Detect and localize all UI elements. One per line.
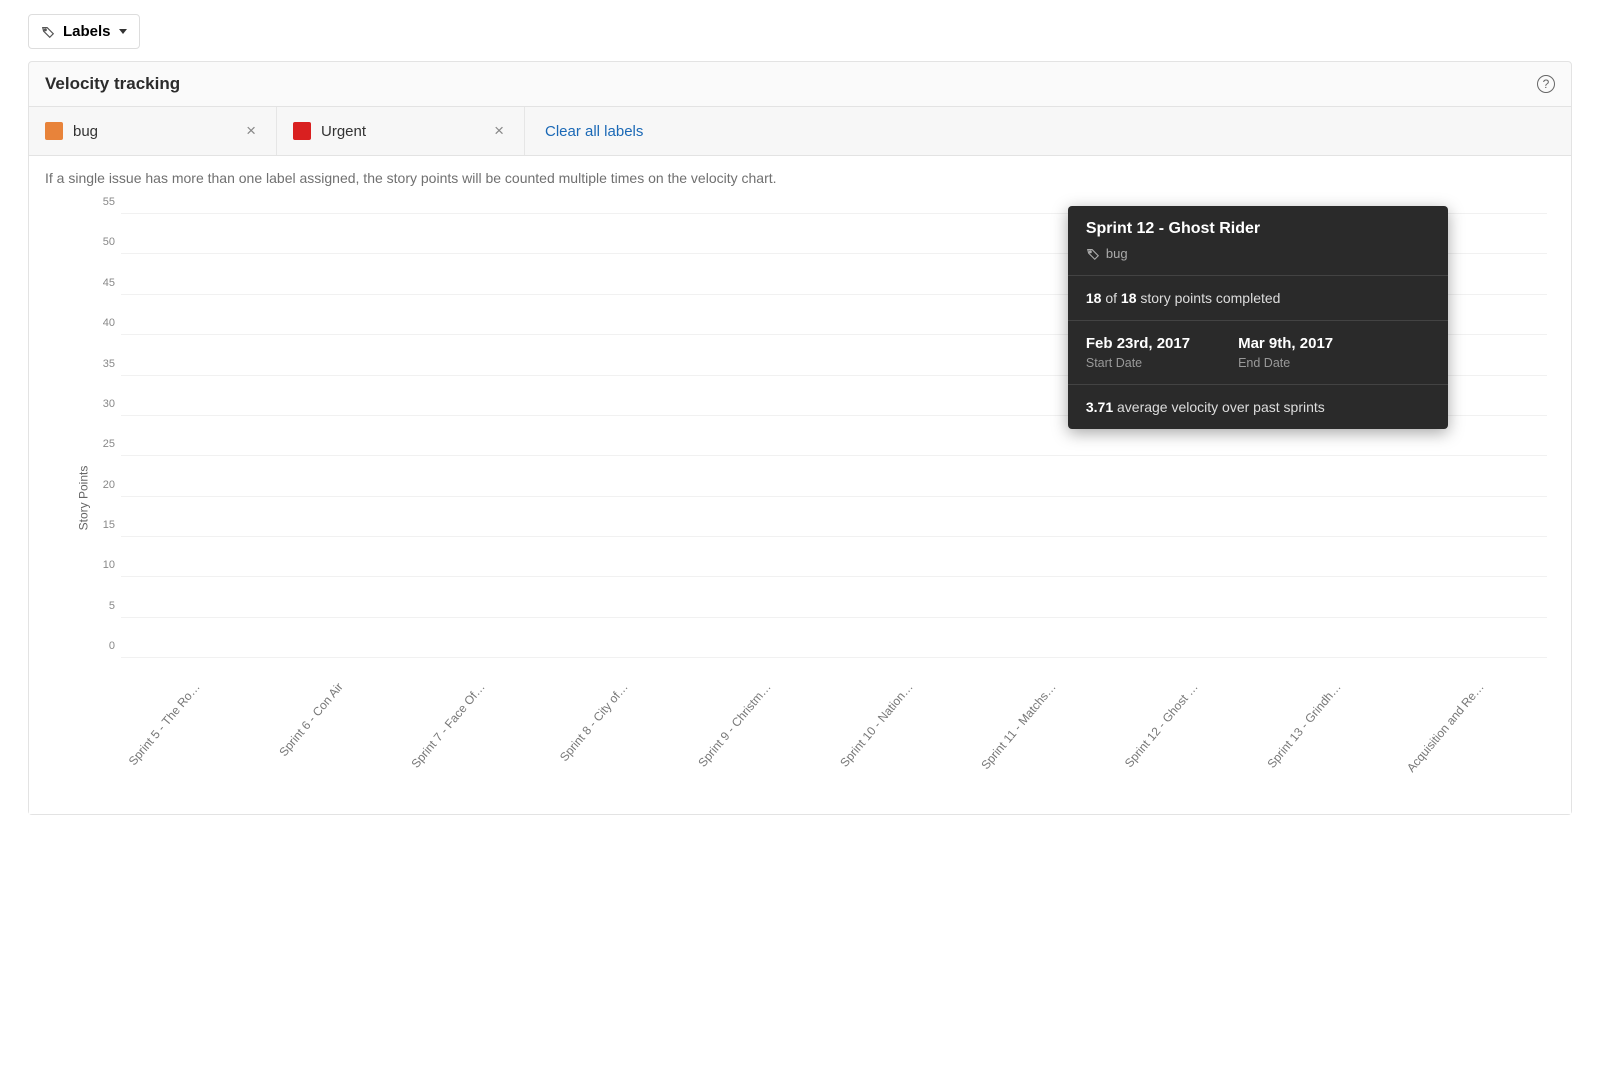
x-tick-label: Sprint 7 - Face Of… xyxy=(406,666,549,798)
label-swatch xyxy=(293,122,311,140)
y-tick: 50 xyxy=(91,236,115,248)
x-tick-label: Sprint 8 - City of… xyxy=(549,666,692,798)
x-tick-label: Sprint 12 - Ghost … xyxy=(1119,666,1262,798)
x-tick-label: Sprint 5 - The Ro… xyxy=(121,666,264,798)
y-tick: 15 xyxy=(91,519,115,531)
x-tick-label: Sprint 10 - Nation… xyxy=(834,666,977,798)
tooltip-avg: 3.71 average velocity over past sprints xyxy=(1068,385,1448,429)
bar-slot[interactable] xyxy=(549,206,692,658)
labels-dropdown-button[interactable]: Labels xyxy=(28,14,140,49)
close-icon[interactable]: × xyxy=(490,121,508,141)
x-tick-label: Acquisition and Re… xyxy=(1404,666,1547,798)
y-tick: 0 xyxy=(91,640,115,652)
tooltip-end-date: Mar 9th, 2017 xyxy=(1238,335,1333,352)
x-tick-label: Sprint 6 - Con Air xyxy=(264,666,407,798)
y-tick: 35 xyxy=(91,358,115,370)
filter-chip-label: Urgent xyxy=(321,123,480,140)
y-tick: 30 xyxy=(91,398,115,410)
close-icon[interactable]: × xyxy=(242,121,260,141)
tooltip-points: 18 of 18 story points completed xyxy=(1068,276,1448,321)
tooltip-tag: bug xyxy=(1086,246,1430,261)
y-tick: 40 xyxy=(91,317,115,329)
y-axis-label: Story Points xyxy=(76,466,90,531)
tooltip-tag-text: bug xyxy=(1106,246,1128,261)
info-note: If a single issue has more than one labe… xyxy=(29,155,1571,194)
chart-tooltip: Sprint 12 - Ghost Rider bug 18 of 18 sto… xyxy=(1068,206,1448,429)
bar-slot[interactable] xyxy=(121,206,264,658)
clear-all-labels-link[interactable]: Clear all labels xyxy=(525,107,663,155)
help-icon[interactable]: ? xyxy=(1537,75,1555,93)
bar-slot[interactable] xyxy=(264,206,407,658)
tag-icon xyxy=(1086,247,1100,261)
velocity-panel: Velocity tracking ? bug × Urgent × Clear… xyxy=(28,61,1572,815)
y-tick: 20 xyxy=(91,479,115,491)
y-tick: 55 xyxy=(91,196,115,208)
tooltip-start-label: Start Date xyxy=(1086,356,1190,370)
tooltip-start-date: Feb 23rd, 2017 xyxy=(1086,335,1190,352)
tag-icon xyxy=(41,25,55,39)
y-tick: 25 xyxy=(91,438,115,450)
panel-header: Velocity tracking ? xyxy=(29,62,1571,106)
tooltip-title: Sprint 12 - Ghost Rider xyxy=(1086,220,1430,238)
chevron-down-icon xyxy=(119,29,127,34)
label-swatch xyxy=(45,122,63,140)
filter-chip-bug[interactable]: bug × xyxy=(29,107,277,155)
x-tick-label: Sprint 9 - Christm… xyxy=(691,666,834,798)
tooltip-end-label: End Date xyxy=(1238,356,1333,370)
filter-chip-label: bug xyxy=(73,123,232,140)
labels-button-text: Labels xyxy=(63,23,111,40)
x-axis-labels: Sprint 5 - The Ro…Sprint 6 - Con AirSpri… xyxy=(121,666,1547,798)
filter-bar: bug × Urgent × Clear all labels xyxy=(29,106,1571,155)
bar-slot[interactable] xyxy=(406,206,549,658)
y-tick: 10 xyxy=(91,559,115,571)
filter-chip-urgent[interactable]: Urgent × xyxy=(277,107,525,155)
x-tick-label: Sprint 13 - Grindh… xyxy=(1262,666,1405,798)
y-tick: 5 xyxy=(91,600,115,612)
chart-container: Story Points 0 5 10 15 20 25 30 35 40 45 50 55 Spri… xyxy=(29,194,1571,814)
x-tick-label: Sprint 11 - Matchs… xyxy=(977,666,1120,798)
bar-slot[interactable] xyxy=(834,206,977,658)
tooltip-dates: Feb 23rd, 2017 Start Date Mar 9th, 2017 … xyxy=(1068,321,1448,385)
y-tick: 45 xyxy=(91,277,115,289)
panel-title: Velocity tracking xyxy=(45,74,180,94)
bar-slot[interactable] xyxy=(691,206,834,658)
